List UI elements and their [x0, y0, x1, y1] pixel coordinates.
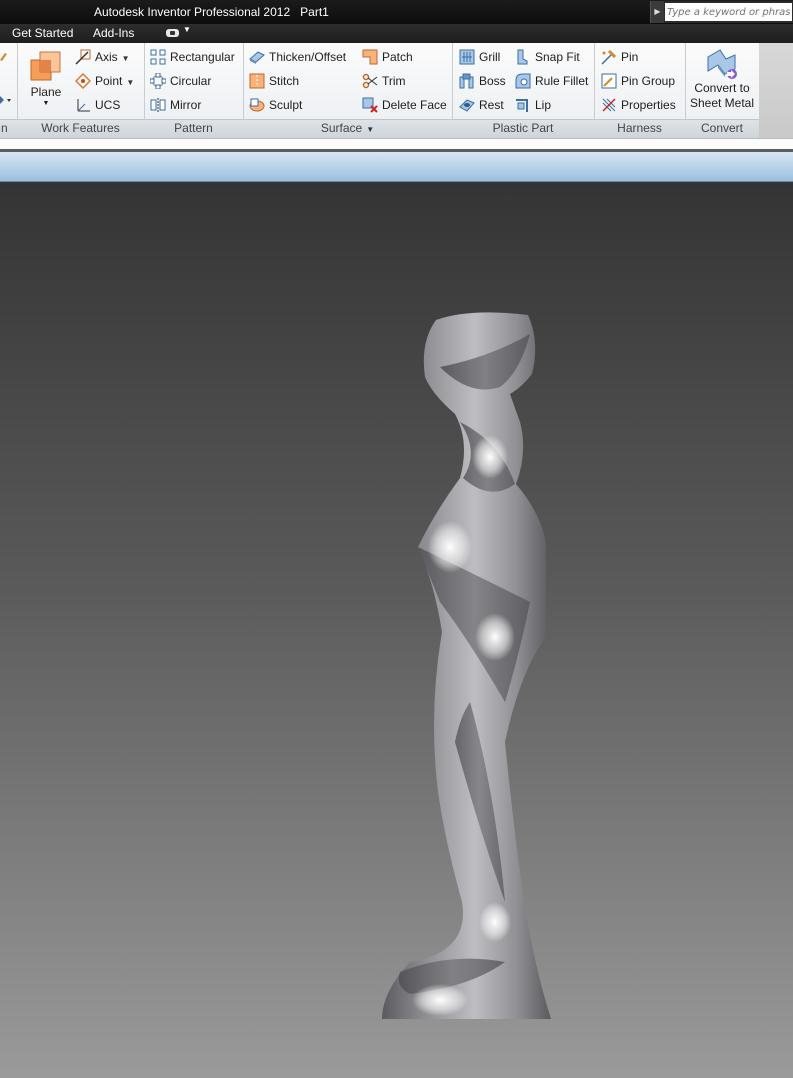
- chevron-down-icon: ▼: [366, 125, 375, 134]
- panel-surface: Thicken/Offset Stitch Sculpt Patch Trim …: [243, 43, 453, 138]
- panel-label-harness: Harness: [594, 119, 685, 138]
- panel-work-features: Plane ▼ Axis ▼ Point ▼ UCS Work Features: [17, 43, 145, 138]
- mirror-icon: [150, 97, 166, 113]
- delete-face-icon: [362, 97, 378, 113]
- plane-label: Plane: [30, 85, 62, 99]
- browser-header-bar: [0, 152, 793, 182]
- panel-convert: Convert to Sheet Metal Convert: [685, 43, 760, 138]
- rest-button[interactable]: Rest: [459, 94, 504, 116]
- snap-fit-button[interactable]: Snap Fit: [515, 46, 580, 68]
- title-bar: Autodesk Inventor Professional 2012 Part…: [0, 0, 793, 24]
- panel-label-plastic-part: Plastic Part: [452, 119, 594, 138]
- highlight: [475, 613, 515, 661]
- document-name: Part1: [300, 5, 329, 19]
- panel-label-pattern: Pattern: [144, 119, 243, 138]
- grill-icon: [459, 49, 475, 65]
- rectangular-pattern-button[interactable]: Rectangular: [150, 46, 235, 68]
- point-icon: [75, 72, 91, 89]
- rule-fillet-icon: [515, 73, 531, 89]
- properties-button[interactable]: Properties: [601, 94, 676, 116]
- ribbon: n Plane ▼ Axis ▼ Point ▼ UCS Work Features: [0, 43, 793, 139]
- convert-label-line2: Sheet Metal: [689, 96, 755, 110]
- chevron-down-icon: ▼: [42, 100, 50, 107]
- ribbon-empty-area: [759, 43, 793, 138]
- tab-options-dropdown[interactable]: ▼: [166, 25, 192, 41]
- window-title: Autodesk Inventor Professional 2012 Part…: [94, 5, 329, 19]
- rule-fillet-button[interactable]: Rule Fillet: [515, 70, 588, 92]
- highlight: [428, 521, 472, 573]
- panel-pattern: Rectangular Circular Mirror Pattern: [144, 43, 244, 138]
- help-search-input[interactable]: [665, 3, 792, 21]
- panel-label-convert: Convert: [685, 119, 759, 138]
- chevron-down-icon: ▼: [183, 25, 191, 34]
- highlight: [472, 435, 508, 479]
- trim-button[interactable]: Trim: [362, 70, 406, 92]
- convert-label-line1: Convert to: [694, 81, 750, 95]
- properties-icon: [601, 97, 617, 113]
- plane-button[interactable]: Plane ▼: [25, 46, 67, 108]
- mirror-button[interactable]: Mirror: [150, 94, 201, 116]
- clipped-panel: n: [0, 43, 18, 138]
- stitch-button[interactable]: Stitch: [249, 70, 299, 92]
- pin-group-button[interactable]: Pin Group: [601, 70, 675, 92]
- tab-get-started[interactable]: Get Started: [12, 26, 73, 40]
- highlight: [412, 984, 468, 1016]
- vase-body: [382, 312, 551, 1020]
- sculpt-button[interactable]: Sculpt: [249, 94, 302, 116]
- stitch-icon: [249, 73, 265, 89]
- graphics-viewport[interactable]: [0, 182, 793, 1078]
- panel-label-surface[interactable]: Surface ▼: [243, 119, 452, 138]
- patch-icon: [362, 49, 378, 65]
- chevron-down-icon: ▼: [126, 78, 135, 87]
- pin-icon: [601, 49, 617, 65]
- document-tab-strip: [0, 139, 793, 149]
- ribbon-tab-bar: Get Started Add-Ins ▼: [0, 24, 793, 43]
- axis-button[interactable]: Axis ▼: [75, 46, 130, 68]
- grill-button[interactable]: Grill: [459, 46, 500, 68]
- point-button[interactable]: Point ▼: [75, 70, 134, 92]
- panel-plastic-part: Grill Boss Rest Snap Fit Rule Fillet Lip…: [452, 43, 595, 138]
- twisted-vase-model[interactable]: [0, 182, 793, 1078]
- circular-pattern-icon: [150, 72, 166, 89]
- plane-icon: [30, 51, 62, 83]
- rectangular-pattern-icon: [150, 49, 166, 65]
- lip-button[interactable]: Lip: [515, 94, 551, 116]
- axis-icon: [75, 49, 91, 65]
- delete-face-button[interactable]: Delete Face: [362, 94, 447, 116]
- video-icon: [166, 29, 179, 37]
- panel-label-work-features: Work Features: [17, 119, 144, 138]
- pin-group-icon: [601, 73, 617, 89]
- search-expand-icon[interactable]: ▶: [651, 1, 664, 23]
- thicken-offset-button[interactable]: Thicken/Offset: [249, 46, 346, 68]
- thicken-offset-icon: [249, 49, 265, 65]
- ucs-button[interactable]: UCS: [75, 94, 120, 116]
- boss-icon: [459, 73, 475, 89]
- patch-button[interactable]: Patch: [362, 46, 413, 68]
- chevron-down-icon: ▼: [121, 54, 130, 63]
- sheet-metal-icon: [705, 47, 739, 81]
- boss-button[interactable]: Boss: [459, 70, 506, 92]
- scissors-icon: [362, 73, 378, 89]
- rest-icon: [459, 97, 475, 113]
- snap-fit-icon: [515, 49, 531, 65]
- lip-icon: [515, 97, 531, 113]
- help-search: ▶: [650, 1, 793, 23]
- circular-pattern-button[interactable]: Circular: [150, 70, 211, 92]
- highlight: [479, 902, 511, 942]
- dropdown-icon[interactable]: [0, 94, 14, 108]
- clipped-panel-label: n: [0, 119, 17, 138]
- tab-add-ins[interactable]: Add-Ins: [93, 26, 134, 40]
- convert-to-sheet-metal-button[interactable]: Convert to Sheet Metal: [688, 46, 756, 111]
- panel-harness: Pin Pin Group Properties Harness: [594, 43, 686, 138]
- pencil-icon[interactable]: [0, 50, 7, 61]
- sculpt-icon: [249, 97, 265, 113]
- ucs-icon: [75, 97, 91, 113]
- pin-button[interactable]: Pin: [601, 46, 638, 68]
